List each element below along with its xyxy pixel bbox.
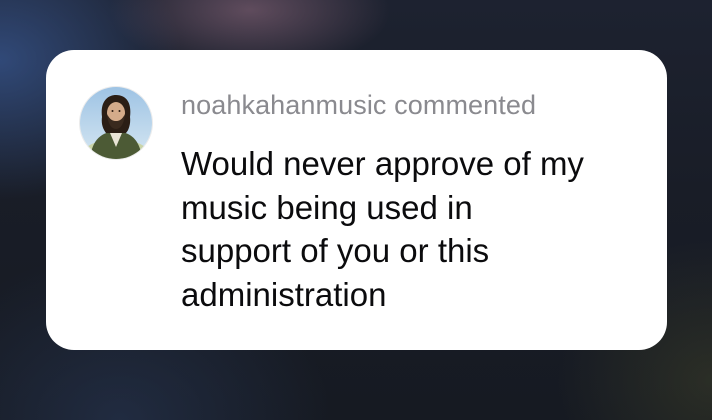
message-line-2: music being used in [181,188,473,226]
notification-header: noahkahanmusic commented [181,90,536,121]
comment-message: Would never approve of my music being us… [181,142,651,316]
profile-avatar-icon[interactable] [80,87,152,159]
username-label[interactable]: noahkahanmusic [181,90,387,120]
message-line-4: administration [181,275,387,313]
message-line-1: Would never approve of my [181,145,584,182]
message-line-3: support of you or this [181,232,490,269]
action-label: commented [394,90,537,120]
comment-notification-card[interactable]: noahkahanmusic commented Would never app… [46,50,667,350]
